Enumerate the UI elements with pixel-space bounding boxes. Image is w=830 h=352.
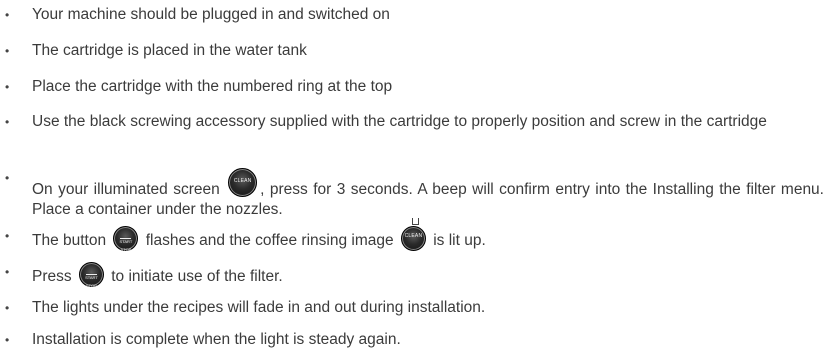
list-item-text: The button START STOP flashes and the co… bbox=[32, 218, 824, 252]
list-item-text: Press START STOP to initiate use of the … bbox=[32, 262, 824, 288]
list-item-text: The cartridge is placed in the water tan… bbox=[32, 42, 307, 59]
list-item-text: The lights under the recipes will fade i… bbox=[32, 299, 486, 316]
list-item-text: Place the cartridge with the numbered ri… bbox=[32, 78, 393, 95]
list-item-text: Installation is complete when the light … bbox=[32, 331, 401, 348]
start-stop-button-icon: START STOP bbox=[113, 226, 139, 252]
bullet-icon: • bbox=[5, 44, 10, 58]
instruction-list-page: • Your machine should be plugged in and … bbox=[0, 0, 830, 352]
list-item-text: On your illuminated screen CLEAN , press… bbox=[32, 168, 824, 220]
bullet-icon: • bbox=[5, 265, 10, 279]
bullet-icon: • bbox=[5, 333, 10, 347]
list-item-text: Use the black screwing accessory supplie… bbox=[32, 113, 767, 130]
bullet-icon: • bbox=[5, 171, 10, 185]
start-stop-button-icon: START STOP bbox=[78, 262, 104, 288]
clean-rinse-icon: CLEAN bbox=[400, 218, 426, 251]
bullet-icon: • bbox=[5, 80, 10, 94]
clean-button-icon: CLEAN bbox=[228, 168, 258, 197]
bullet-icon: • bbox=[5, 8, 10, 22]
bullet-icon: • bbox=[5, 115, 10, 129]
bullet-icon: • bbox=[5, 301, 10, 315]
bullet-icon: • bbox=[5, 229, 10, 243]
cup-icon bbox=[411, 218, 419, 225]
list-item-text: Your machine should be plugged in and sw… bbox=[32, 6, 390, 23]
